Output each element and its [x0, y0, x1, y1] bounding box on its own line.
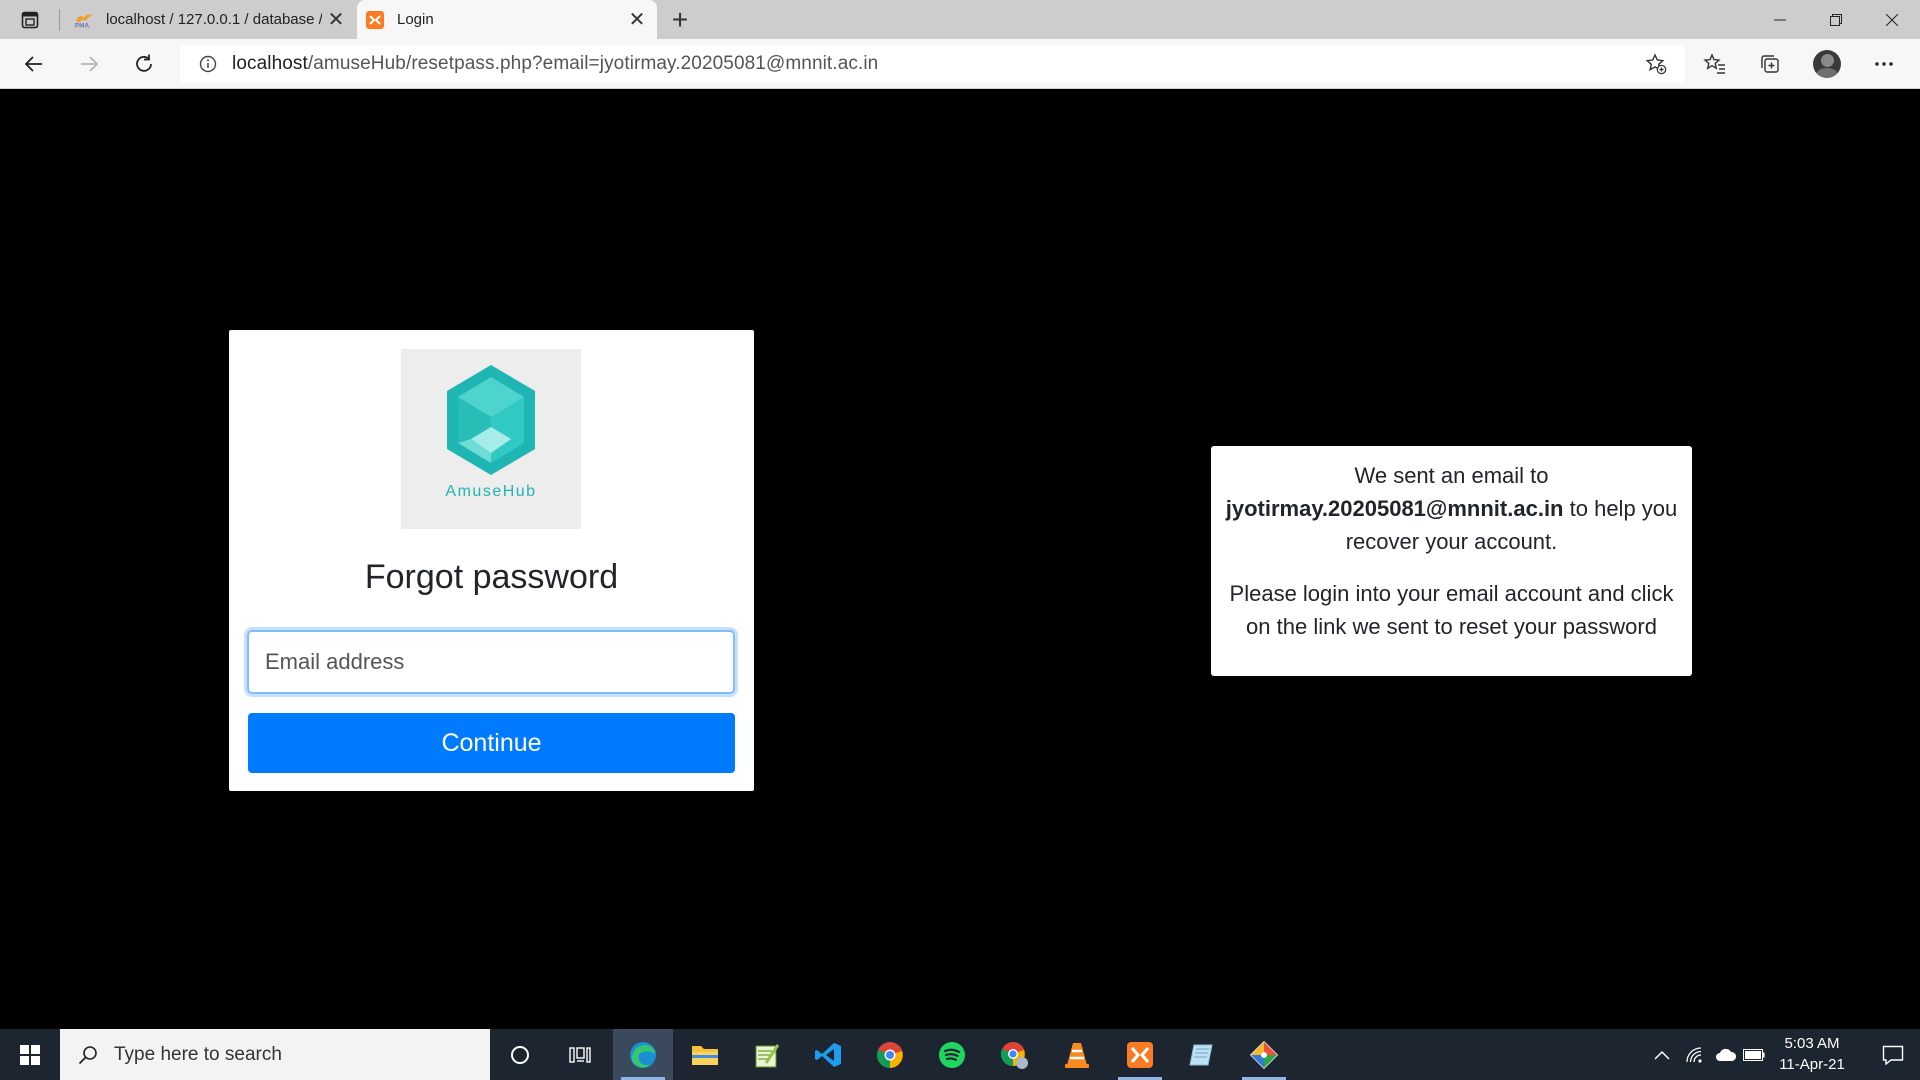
clock-time: 5:03 AM	[1784, 1035, 1840, 1052]
git-icon[interactable]	[1234, 1029, 1294, 1080]
refresh-button[interactable]	[128, 48, 160, 80]
browser-tab-bar: PMA localhost / 127.0.0.1 / database / ✕…	[0, 0, 1920, 39]
show-hidden-icons-button[interactable]	[1650, 1029, 1674, 1080]
address-bar[interactable]: localhost/amuseHub/resetpass.php?email=j…	[180, 45, 1685, 83]
search-icon	[76, 1043, 100, 1067]
tab-separator	[59, 9, 60, 31]
tab-phpmyadmin[interactable]: PMA localhost / 127.0.0.1 / database / ✕	[66, 0, 356, 39]
notice-email: jyotirmay.20205081@mnnit.ac.in	[1225, 496, 1564, 521]
site-info-icon[interactable]	[198, 54, 218, 74]
close-tab-icon[interactable]: ✕	[322, 6, 350, 34]
xampp-icon	[365, 10, 385, 30]
refresh-icon	[136, 54, 152, 72]
vlc-icon[interactable]	[1047, 1029, 1107, 1080]
task-view-icon[interactable]	[550, 1029, 610, 1080]
email-sent-notice: We sent an email to jyotirmay.20205081@mn…	[1211, 446, 1692, 676]
start-button[interactable]	[0, 1029, 60, 1080]
windows-taskbar: Type here to search 5:03 AM 11-Apr-21	[0, 1029, 1920, 1080]
svg-text:PMA: PMA	[75, 22, 90, 29]
collections-button[interactable]	[1754, 48, 1786, 80]
close-tab-icon[interactable]: ✕	[623, 6, 651, 34]
amusehub-logo: AmuseHub	[401, 349, 581, 529]
network-icon[interactable]	[1681, 1029, 1709, 1080]
avatar	[1813, 50, 1841, 78]
forgot-password-card: AmuseHub Forgot password Continue	[229, 330, 754, 791]
email-input[interactable]	[247, 630, 735, 694]
browser-toolbar: localhost/amuseHub/resetpass.php?email=j…	[0, 39, 1920, 89]
profile-button[interactable]	[1811, 48, 1843, 80]
continue-button[interactable]: Continue	[248, 713, 735, 773]
collections-icon	[1761, 55, 1779, 73]
minimize-icon[interactable]	[1752, 0, 1808, 39]
xampp-icon[interactable]	[1110, 1029, 1170, 1080]
forward-arrow-icon	[81, 56, 99, 72]
brand-name: AmuseHub	[445, 483, 537, 500]
more-icon	[1875, 62, 1893, 66]
chrome-profile-icon[interactable]	[984, 1029, 1044, 1080]
window-controls	[1752, 0, 1920, 39]
back-arrow-icon	[24, 56, 42, 72]
notice-instructions: Please login into your email account and…	[1229, 581, 1674, 639]
notepad-icon[interactable]	[1172, 1029, 1232, 1080]
restore-icon[interactable]	[1808, 0, 1864, 39]
notepadpp-icon[interactable]	[736, 1029, 796, 1080]
url-path: /amuseHub/resetpass.php?email=jyotirmay.…	[307, 53, 879, 74]
add-favorite-icon[interactable]	[1645, 53, 1667, 75]
vscode-icon[interactable]	[798, 1029, 858, 1080]
tab-login[interactable]: Login ✕	[357, 0, 657, 39]
close-window-icon[interactable]	[1864, 0, 1920, 39]
chevron-up-icon	[1654, 1050, 1670, 1060]
page-title: Forgot password	[364, 558, 619, 596]
action-center-button[interactable]	[1866, 1029, 1920, 1080]
url-host: localhost	[232, 53, 308, 74]
tab-actions-icon	[21, 11, 39, 29]
notice-prefix: We sent an email to	[1354, 463, 1549, 488]
url-text: localhost/amuseHub/resetpass.php?email=j…	[232, 53, 878, 75]
favorites-list-icon	[1703, 53, 1725, 74]
back-button[interactable]	[18, 48, 50, 80]
phpmyadmin-icon: PMA	[74, 10, 94, 30]
notification-icon	[1882, 1045, 1904, 1065]
forward-button[interactable]	[73, 48, 105, 80]
new-tab-button[interactable]: +	[664, 4, 696, 36]
cortana-icon[interactable]	[490, 1029, 550, 1080]
notice-message: We sent an email to jyotirmay.20205081@mn…	[1223, 459, 1680, 558]
system-clock[interactable]: 5:03 AM 11-Apr-21	[1763, 1029, 1861, 1080]
file-explorer-icon[interactable]	[675, 1029, 735, 1080]
settings-menu-button[interactable]	[1868, 48, 1900, 80]
favorites-button[interactable]	[1699, 48, 1731, 80]
edge-icon[interactable]	[613, 1029, 673, 1080]
chrome-icon[interactable]	[860, 1029, 920, 1080]
search-placeholder: Type here to search	[114, 1043, 282, 1065]
spotify-icon[interactable]	[922, 1029, 982, 1080]
onedrive-icon[interactable]	[1712, 1029, 1740, 1080]
windows-logo-icon	[20, 1044, 40, 1065]
tab-actions-button[interactable]	[12, 8, 48, 32]
hexagon-logo-icon	[447, 365, 535, 475]
tab-title: localhost / 127.0.0.1 / database /	[106, 11, 322, 28]
clock-date: 11-Apr-21	[1779, 1056, 1845, 1073]
taskbar-search[interactable]: Type here to search	[60, 1029, 490, 1080]
tab-title: Login	[397, 11, 434, 28]
